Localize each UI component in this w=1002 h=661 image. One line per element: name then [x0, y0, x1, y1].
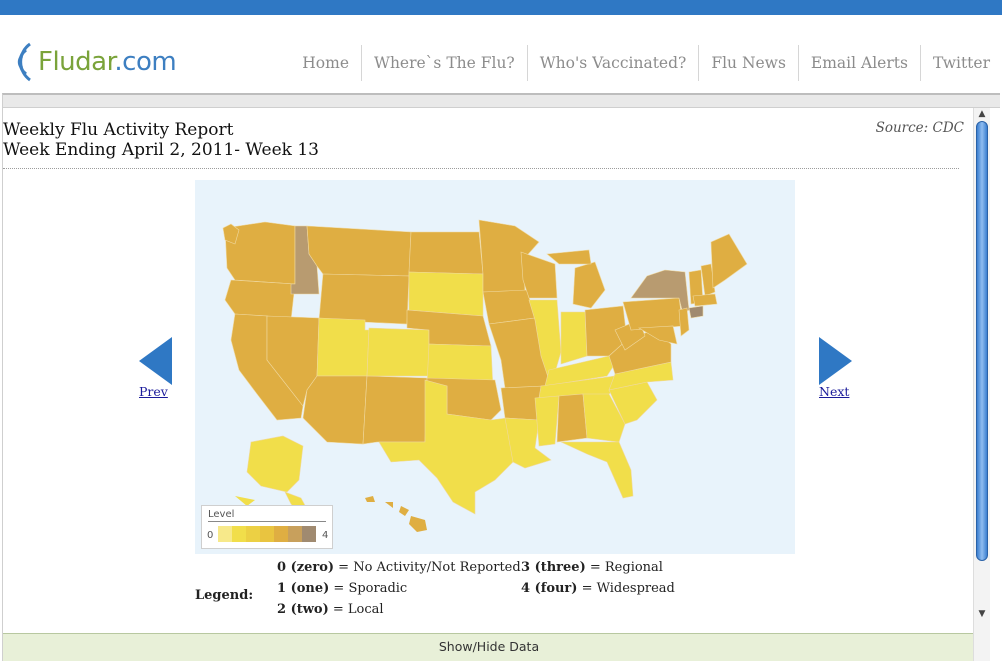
scroll-up-icon[interactable]: ▲: [974, 108, 990, 120]
site-header: Fludar.com Home Where`s The Flu? Who's V…: [0, 15, 1002, 93]
legend-entry-three: 3 (three) = Regional: [521, 557, 663, 578]
logo-text: Fludar.com: [38, 47, 177, 77]
map-legend-colorbar: [218, 526, 316, 542]
legend-code: 3 (three): [521, 560, 586, 575]
legend-code: 0 (zero): [277, 560, 335, 575]
nav-whos-vaccinated[interactable]: Who's Vaccinated?: [526, 45, 699, 81]
top-color-bar: [0, 0, 1002, 15]
map-legend-min: 0: [207, 530, 214, 541]
legend-area: Legend: 0 (zero) = No Activity/Not Repor…: [193, 557, 753, 627]
prev-link[interactable]: Prev: [139, 384, 168, 399]
scroll-down-icon[interactable]: ▼: [974, 608, 990, 620]
scroll-thumb[interactable]: [976, 121, 988, 561]
report-panel: Weekly Flu Activity Report Week Ending A…: [2, 93, 1000, 661]
legend-desc: = Regional: [585, 560, 663, 575]
legend-code: 4 (four): [521, 581, 578, 596]
prev-arrow-icon[interactable]: [139, 337, 173, 385]
map-legend-max: 4: [322, 530, 329, 541]
show-hide-data-button[interactable]: Show/Hide Data: [3, 633, 975, 661]
nav-twitter[interactable]: Twitter: [919, 45, 1002, 81]
nav-where-flu[interactable]: Where`s The Flu?: [361, 45, 527, 81]
flu-map: Level 0 4: [195, 180, 795, 554]
map-level-legend: Level 0 4: [201, 505, 333, 549]
legend-entry-four: 4 (four) = Widespread: [521, 578, 675, 599]
legend-entry-two: 2 (two) = Local: [277, 599, 384, 620]
nav-email-alerts[interactable]: Email Alerts: [797, 45, 920, 81]
report-title-line1: Weekly Flu Activity Report: [3, 120, 234, 140]
next-arrow-icon[interactable]: [819, 337, 853, 385]
legend-code: 1 (one): [277, 581, 330, 596]
report-title: Weekly Flu Activity Report Week Ending A…: [3, 120, 319, 160]
main-nav: Home Where`s The Flu? Who's Vaccinated? …: [290, 45, 1002, 81]
nav-home[interactable]: Home: [290, 45, 361, 81]
next-link[interactable]: Next: [819, 384, 849, 399]
source-label: Source: CDC: [875, 120, 964, 136]
legend-desc: = Widespread: [577, 581, 675, 596]
site-logo[interactable]: Fludar.com: [2, 37, 177, 87]
legend-entry-zero: 0 (zero) = No Activity/Not Reported: [277, 557, 521, 578]
legend-label: Legend:: [195, 588, 254, 603]
logo-name: Fludar: [38, 47, 115, 77]
radar-waves-icon: [17, 42, 31, 82]
map-legend-title: Level: [208, 509, 326, 522]
legend-desc: = Sporadic: [329, 581, 408, 596]
logo-suffix: .com: [114, 47, 177, 77]
report-title-line2: Week Ending April 2, 2011- Week 13: [3, 140, 319, 160]
dotted-divider: [3, 168, 959, 169]
legend-desc: = Local: [328, 602, 384, 617]
legend-entry-one: 1 (one) = Sporadic: [277, 578, 407, 599]
legend-code: 2 (two): [277, 602, 329, 617]
nav-flu-news[interactable]: Flu News: [698, 45, 798, 81]
legend-desc: = No Activity/Not Reported: [334, 560, 521, 575]
panel-top-band: [3, 95, 1000, 108]
vertical-scrollbar[interactable]: ▲ ▼: [973, 108, 990, 661]
us-flu-map-image: [222, 219, 748, 532]
